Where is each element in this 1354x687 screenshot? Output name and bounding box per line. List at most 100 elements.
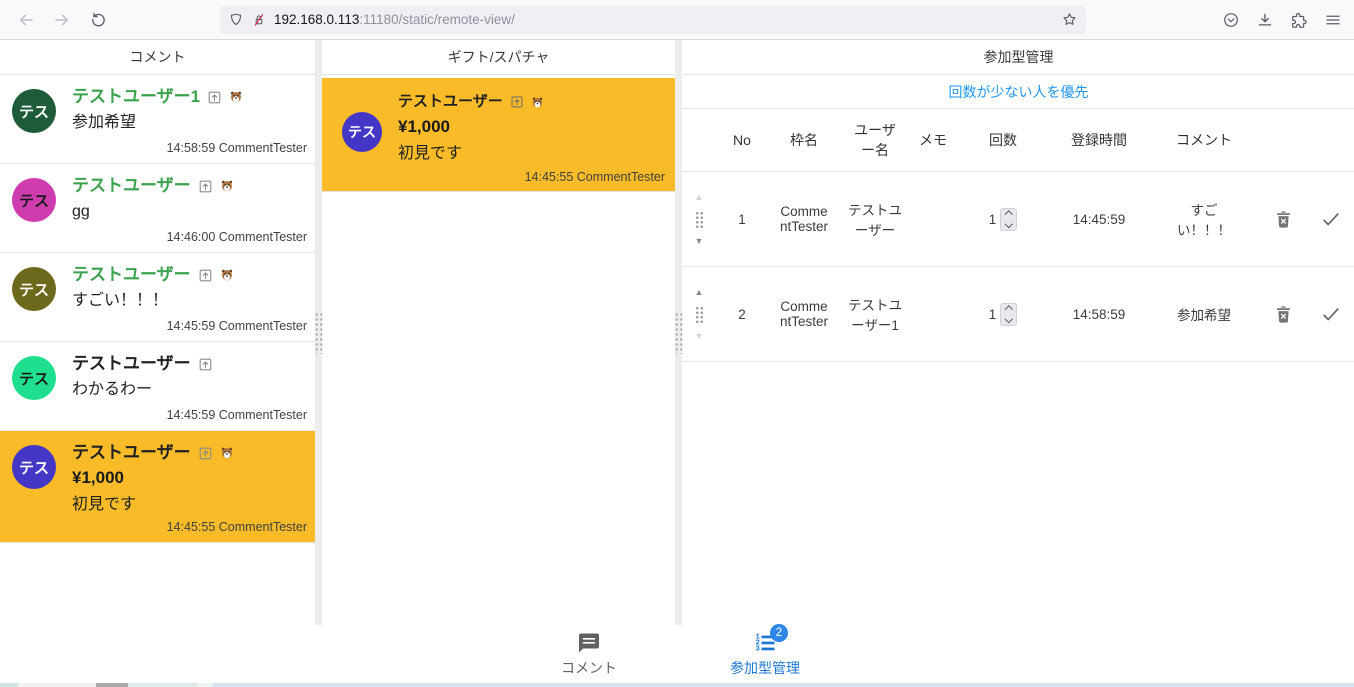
move-up-icon[interactable] [695,193,704,202]
reload-icon[interactable] [84,6,112,34]
share-icon[interactable] [198,446,213,461]
check-icon[interactable] [1306,299,1354,329]
row-comment-text: すごい！！！ [1175,199,1233,239]
user-name: テストユーザー [72,441,191,465]
menu-icon[interactable] [1324,11,1342,29]
row-memo [910,310,956,318]
row-count: 1 [956,299,1050,330]
avatar-initials: テス [19,457,49,478]
trash-icon[interactable] [1260,205,1306,234]
comment-item[interactable]: テス テストユーザー すごい！！！ 14:45:59 CommentTester [0,253,315,342]
col-reorder [682,136,716,144]
comment-message: 参加希望 [72,109,307,136]
comment-item[interactable]: テス テストユーザー わかるわー 14:45:59 CommentTester [0,342,315,431]
count-value: 1 [989,212,997,227]
pocket-icon[interactable] [1222,11,1240,29]
tab-comment[interactable]: コメント [549,631,629,678]
comment-item[interactable]: テス テストユーザー ¥1,000 初見です 14:45:55 CommentT… [0,431,315,543]
col-user: ユーザー名 [840,116,910,164]
numbered-list-icon: 123 2 [753,631,777,655]
trash-icon[interactable] [1260,300,1306,329]
row-time: 14:58:59 [1050,303,1148,326]
comment-meta: 14:58:59 CommentTester [72,139,307,158]
priority-link[interactable]: 回数が少ない人を優先 [949,82,1089,102]
gift-item[interactable]: テス テストユーザー ¥1,000 初見です 14:45:55 CommentT… [322,78,675,192]
move-down-icon[interactable] [695,237,704,246]
col-delete [1260,136,1306,144]
move-down-icon[interactable] [695,332,704,341]
download-icon[interactable] [1256,11,1274,29]
comment-item[interactable]: テス テストユーザー1 参加希望 14:58:59 CommentTester [0,75,315,164]
comment-service: CommentTester [219,408,307,422]
move-up-icon[interactable] [695,288,704,297]
table-row: 2 CommentTester テストユーザー1 1 14:58:59 参加希望 [682,267,1354,362]
col-no: No [716,128,768,152]
comment-service: CommentTester [219,520,307,534]
avatar-initials: テス [19,101,49,122]
management-panel-title: 参加型管理 [682,40,1354,75]
url-bar[interactable]: 192.168.0.113:11180/static/remote-view/ [220,6,1086,34]
avatar-initials: テス [348,122,376,142]
forward-icon[interactable] [48,6,76,34]
extensions-icon[interactable] [1290,11,1308,29]
row-frame-text: CommentTester [777,204,831,234]
row-memo [910,215,956,223]
drag-handle-icon[interactable] [695,306,704,323]
browser-toolbar: 192.168.0.113:11180/static/remote-view/ [0,0,1354,40]
url-text[interactable]: 192.168.0.113:11180/static/remote-view/ [274,12,1061,27]
drag-handle-icon[interactable] [695,211,704,228]
comment-item[interactable]: テス テストユーザー gg 14:46:00 CommentTester [0,164,315,253]
avatar-initials: テス [19,190,49,211]
gifts-panel: ギフト/スパチャ テス テストユーザー ¥1,000 初見です [322,40,675,625]
gift-service: CommentTester [577,170,665,184]
avatar: テス [12,445,56,489]
row-comment-text: 参加希望 [1177,304,1231,324]
remote-view-app: コメント テス テストユーザー1 参加希望 1 [0,40,1354,625]
user-name: テストユーザー [398,90,503,114]
avatar-initials: テス [19,279,49,300]
member-badge-icon [220,446,234,460]
splitter-left[interactable] [315,40,322,625]
comment-meta: 14:45:55 CommentTester [72,518,307,537]
splitter-handle-icon[interactable] [314,312,323,354]
comment-message: 初見です [72,491,307,518]
col-done [1306,136,1354,144]
table-row: 1 CommentTester テストユーザー 1 14:45:59 すごい！！… [682,172,1354,267]
col-frame: 枠名 [768,126,840,154]
gift-time: 14:45:55 [525,170,574,184]
lock-slash-icon[interactable] [251,12,267,28]
gifts-panel-title: ギフト/スパチャ [322,40,675,75]
back-icon[interactable] [12,6,40,34]
member-badge-icon [229,90,243,104]
user-name: テストユーザー [72,174,191,198]
splitter-right[interactable] [675,40,682,625]
priority-row: 回数が少ない人を優先 [682,75,1354,109]
comments-panel-title: コメント [0,40,315,75]
count-spinner[interactable] [1000,303,1017,326]
share-icon[interactable] [207,90,222,105]
splitter-handle-icon[interactable] [674,312,683,354]
gift-amount: ¥1,000 [398,114,665,140]
share-icon[interactable] [198,357,213,372]
count-spinner[interactable] [1000,208,1017,231]
star-icon[interactable] [1061,11,1078,28]
comment-meta: 14:45:59 CommentTester [72,406,307,425]
shield-icon[interactable] [228,12,244,28]
comment-message: gg [72,198,307,225]
tab-manage[interactable]: 123 2 参加型管理 [725,631,805,678]
comment-message: すごい！！！ [72,287,307,314]
comment-time: 14:58:59 [167,141,216,155]
row-time: 14:45:59 [1050,208,1148,231]
svg-text:3: 3 [756,643,760,652]
gift-message: 初見です [398,140,665,168]
manage-badge: 2 [770,624,788,642]
share-icon[interactable] [198,179,213,194]
reorder-cell [682,172,716,266]
comment-service: CommentTester [219,319,307,333]
row-user: テストユーザー1 [840,290,910,338]
user-name: テストユーザー1 [72,85,200,109]
share-icon[interactable] [198,268,213,283]
row-frame: CommentTester [768,200,840,238]
share-icon[interactable] [510,95,524,109]
check-icon[interactable] [1306,204,1354,234]
